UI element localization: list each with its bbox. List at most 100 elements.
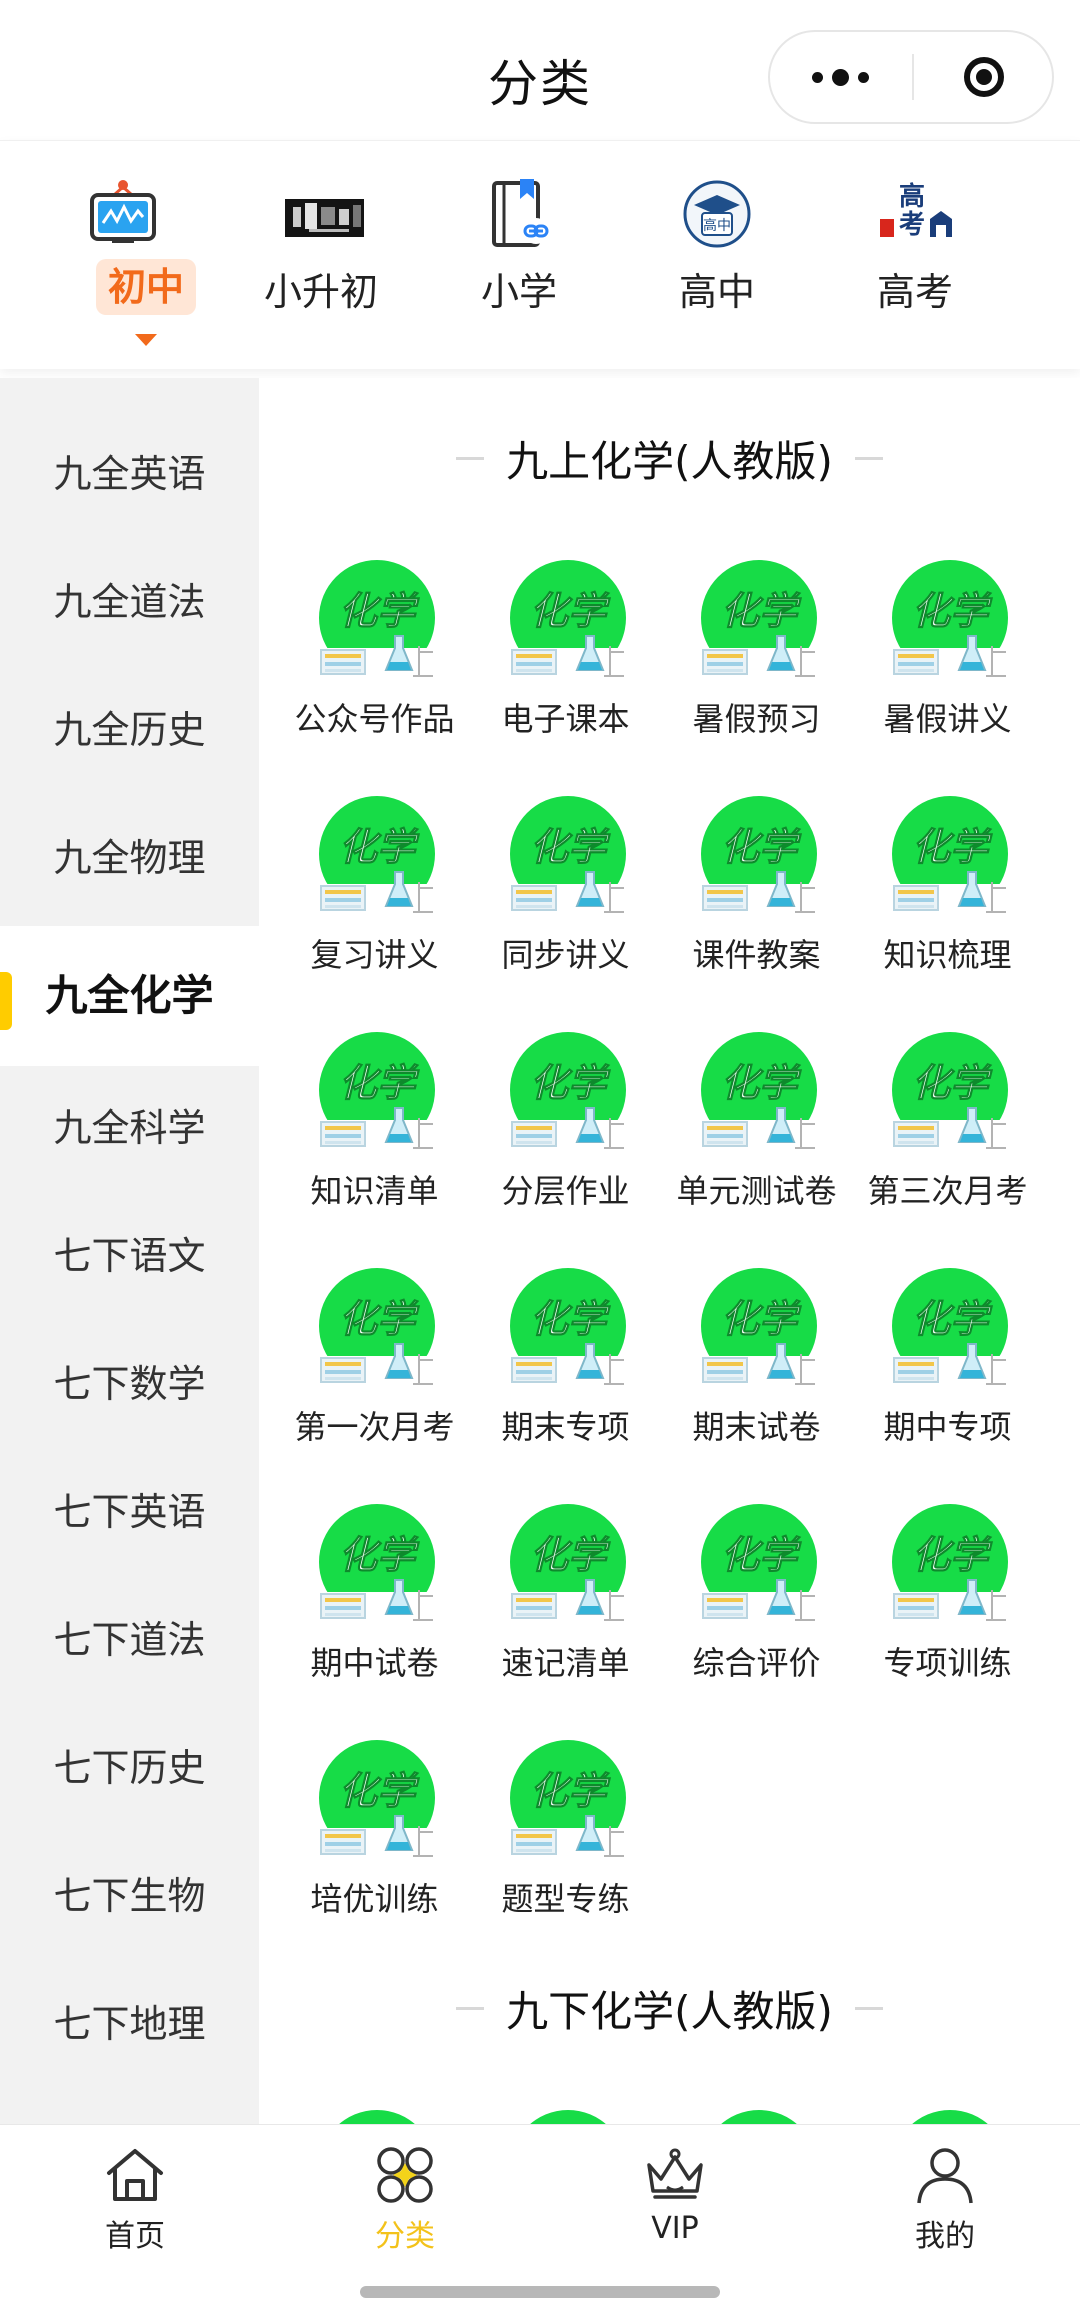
sidebar-item[interactable]: 七下语文 (0, 1192, 259, 1320)
sidebar-item[interactable]: 七下数学 (0, 1320, 259, 1448)
more-dot (831, 68, 849, 86)
close-mini-program-button[interactable] (913, 32, 1054, 122)
sidebar-item[interactable]: 七下英语 (0, 1448, 259, 1576)
resource-item[interactable]: 化学 第三次月考 (851, 1028, 1044, 1228)
resource-item[interactable]: 化学 复习讲义 (278, 792, 471, 992)
chemistry-icon: 化学 (890, 1268, 1010, 1386)
resource-item[interactable]: 化学 题型专练 (469, 1736, 662, 1936)
resource-label: 单元测试卷 (676, 1172, 837, 1210)
resource-label: 课件教案 (692, 936, 821, 974)
resource-label: 专项训练 (883, 1644, 1012, 1682)
resource-item[interactable]: 化学课件教案 (660, 792, 853, 992)
resource-label: 速记清单 (501, 1644, 630, 1682)
resource-label: 第一次月考 (294, 1408, 455, 1446)
svg-text:考: 考 (899, 210, 925, 240)
tab-label: 高考 (876, 270, 953, 314)
svg-text:化学: 化学 (339, 1533, 420, 1577)
tab-gaokao[interactable]: 高 考 高考 (816, 141, 1014, 369)
chemistry-icon: 化学 (699, 1032, 819, 1150)
resource-item[interactable]: 化学 期末试卷 (660, 1264, 853, 1464)
svg-text:化学: 化学 (721, 825, 802, 869)
chemistry-icon: 化学 (508, 560, 628, 678)
nav-home[interactable]: 首页 (0, 2125, 270, 2265)
resource-label: 复习讲义 (310, 936, 439, 974)
resource-item[interactable]: 化学期末专项 (469, 1264, 662, 1464)
resource-label: 期末试卷 (692, 1408, 821, 1446)
subject-sidebar: 九全英语 九全道法 九全历史 九全物理 九全化学 九全科学 七下语文 七下数学 … (0, 378, 259, 2124)
nav-category[interactable]: 分类 (270, 2125, 540, 2265)
resource-item-partial[interactable]: 化学 (851, 2106, 1044, 2124)
tab-label: 小学 (480, 270, 557, 314)
chemistry-icon: 化学 (508, 796, 628, 914)
chemistry-icon: 化学 (699, 1268, 819, 1386)
resource-item[interactable]: 化学期中试卷 (278, 1500, 471, 1700)
resource-label: 综合评价 (692, 1644, 821, 1682)
sidebar-item[interactable]: 七下地理 (0, 1960, 259, 2088)
banner-thumbnail-icon (285, 199, 364, 237)
tab-senior-high[interactable]: 高中 高中 (618, 141, 816, 369)
chemistry-icon: 化学 (699, 1504, 819, 1622)
resource-item[interactable]: 化学 培优训练 (278, 1736, 471, 1936)
resource-item[interactable]: 化学 专项训练 (851, 1500, 1044, 1700)
tab-junior-high[interactable]: 初中 (24, 141, 222, 369)
sidebar-item-active[interactable]: 九全化学 (0, 926, 259, 1066)
tab-label: 小升初 (263, 270, 378, 314)
resource-item[interactable]: 化学 公众号作品 (278, 556, 471, 756)
more-options-button[interactable] (770, 32, 910, 122)
resource-item[interactable]: 化学 分层作业 (469, 1028, 662, 1228)
gaokao-icon: 高 考 (880, 181, 952, 240)
tab-label: 初中 (96, 259, 196, 315)
resource-item[interactable]: 化学单元测试卷 (660, 1028, 853, 1228)
svg-text:化学: 化学 (530, 1297, 611, 1341)
sidebar-item[interactable]: 九全科学 (0, 1064, 259, 1192)
resource-label: 期末专项 (501, 1408, 630, 1446)
resource-item[interactable]: 化学 知识清单 (278, 1028, 471, 1228)
chemistry-icon: 化学 (317, 560, 437, 678)
active-tab-caret (135, 334, 157, 346)
resource-item-partial[interactable]: 化学 (278, 2106, 471, 2124)
resource-item[interactable]: 化学 速记清单 (469, 1500, 662, 1700)
svg-text:化学: 化学 (339, 1769, 420, 1813)
sidebar-item[interactable]: 九全物理 (0, 794, 259, 922)
bottom-navigation: 首页 分类 VIP 我的 (0, 2124, 1080, 2265)
resource-item[interactable]: 化学综合评价 (660, 1500, 853, 1700)
sidebar-item[interactable]: 九全道法 (0, 538, 259, 666)
nav-mine[interactable]: 我的 (810, 2125, 1080, 2265)
nav-vip[interactable]: VIP (540, 2125, 810, 2265)
chemistry-icon: 化学 (890, 560, 1010, 678)
tab-primary-to-junior[interactable]: 小升初 (222, 141, 420, 369)
sidebar-item[interactable]: 九全英语 (0, 410, 259, 538)
nav-label: 我的 (915, 2219, 975, 2254)
sidebar-item[interactable]: 七下生物 (0, 1832, 259, 1960)
sidebar-item[interactable]: 七下道法 (0, 1576, 259, 1704)
resource-label: 期中试卷 (310, 1644, 439, 1682)
title-bar: 分类 (0, 0, 1080, 140)
resource-label: 期中专项 (883, 1408, 1012, 1446)
user-icon (917, 2148, 973, 2204)
svg-text:化学: 化学 (721, 1533, 802, 1577)
chemistry-icon: 化学 (317, 1268, 437, 1386)
chemistry-icon: 化学 (699, 560, 819, 678)
resource-item[interactable]: 化学 电子课本 (469, 556, 662, 756)
resource-item[interactable]: 化学 暑假讲义 (851, 556, 1044, 756)
nav-label: VIP (651, 2211, 699, 2246)
chemistry-icon: 化学 (339, 2110, 415, 2124)
resource-item[interactable]: 化学知识梳理 (851, 792, 1044, 992)
tab-primary-school[interactable]: 小学 (420, 141, 618, 369)
resource-item[interactable]: 化学 暑假预习 (660, 556, 853, 756)
chemistry-icon: 化学 (530, 2110, 606, 2124)
resource-item-partial[interactable]: 化学 (660, 2106, 853, 2124)
svg-text:化学: 化学 (721, 1061, 802, 1105)
resource-item[interactable]: 化学 期中专项 (851, 1264, 1044, 1464)
svg-text:化学: 化学 (339, 1297, 420, 1341)
sidebar-item[interactable]: 九全历史 (0, 666, 259, 794)
chemistry-icon: 化学 (508, 1740, 628, 1858)
resource-label: 知识梳理 (883, 936, 1012, 974)
svg-text:高: 高 (899, 181, 925, 212)
category-icon (377, 2147, 433, 2203)
resource-item[interactable]: 化学 同步讲义 (469, 792, 662, 992)
svg-text:化学: 化学 (912, 825, 993, 869)
resource-item[interactable]: 化学第一次月考 (278, 1264, 471, 1464)
resource-item-partial[interactable]: 化学 (469, 2106, 662, 2124)
sidebar-item[interactable]: 七下历史 (0, 1704, 259, 1832)
